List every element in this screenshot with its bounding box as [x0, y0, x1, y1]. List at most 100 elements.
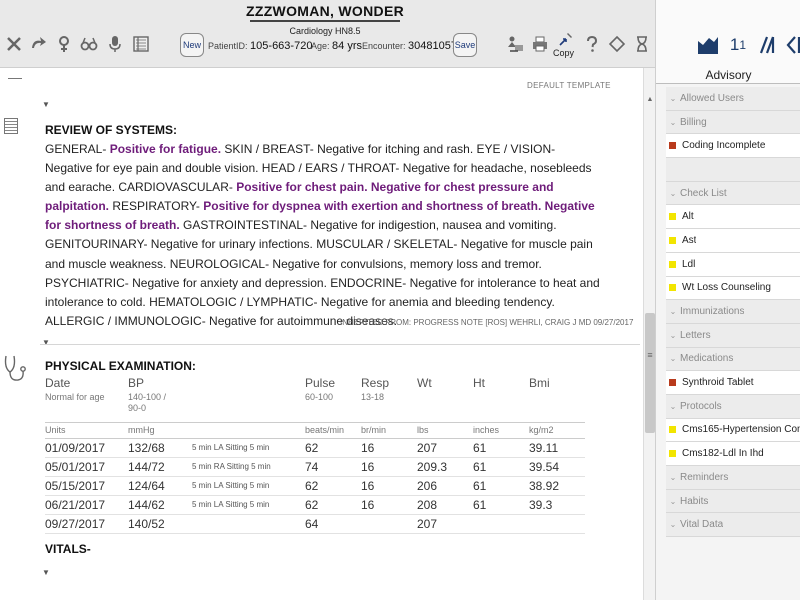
bp-cell: 140/52 [128, 514, 192, 534]
units-cell: Units [45, 421, 128, 439]
advisory-section[interactable]: ⌄ Billing [666, 110, 800, 135]
advisory-item[interactable]: Ldl [666, 252, 800, 277]
wt-cell: 209.3 [417, 457, 473, 477]
print-icon[interactable] [530, 34, 550, 54]
female-symbol-icon[interactable] [54, 34, 74, 54]
normal-range-cell: Normal for age [45, 392, 105, 402]
advisory-section[interactable]: ⌄ Vital Data [666, 513, 800, 538]
column-header: Ht [473, 376, 485, 390]
resp-cell: 16 [361, 476, 417, 496]
advisory-section[interactable]: ⌄ Letters [666, 323, 800, 348]
bp-cell: 144/62 [128, 495, 192, 515]
document-icon[interactable] [4, 118, 18, 134]
new-button[interactable]: New [180, 33, 204, 57]
advisory-section[interactable]: ⌄ Immunizations [666, 300, 800, 324]
advisory-item[interactable]: Coding Incomplete [666, 134, 800, 159]
resp-cell: 16 [361, 457, 417, 477]
units-cell: lbs [417, 421, 473, 439]
normal-range-cell [529, 392, 585, 422]
scroll-up-icon[interactable]: ▲ [646, 96, 654, 104]
advisory-label: Immunizations [680, 306, 745, 318]
section-divider [40, 344, 640, 345]
chevron-down-icon: ⌄ [669, 330, 677, 340]
advisory-header: 11 Advisory [656, 0, 800, 84]
bmi-cell: 39.54 [529, 457, 585, 477]
advisory-item[interactable]: Wt Loss Counseling [666, 276, 800, 301]
advisory-item[interactable]: Synthroid Tablet [666, 371, 800, 395]
stethoscope-icon[interactable] [2, 354, 26, 384]
diamond-icon[interactable] [607, 34, 627, 54]
advisory-section[interactable]: ⌄ Protocols [666, 394, 800, 419]
scroll-thumb[interactable] [645, 313, 655, 433]
one-to-one-icon[interactable]: 11 [726, 32, 750, 58]
advisory-section[interactable]: ⌄ Habits [666, 489, 800, 514]
advisory-section[interactable]: ⌄ Allowed Users [666, 87, 800, 111]
status-indicator-icon [669, 426, 676, 434]
column-header: Bmi [529, 376, 550, 390]
inherited-from-label: INHERITED FROM: PROGRESS NOTE [ROS] WEHR… [340, 318, 634, 327]
wt-cell: 206 [417, 476, 473, 496]
table-row: 01/09/2017 132/68 5 min LA Sitting 5 min… [45, 438, 585, 458]
vitals-normal-row: Normal for age 140-100 / 90-0 60-100 13-… [45, 392, 585, 422]
units-cell: kg/m2 [529, 421, 585, 439]
pulse-cell: 64 [305, 514, 361, 534]
ros-segment: GASTROINTESTINAL- Negative for indigesti… [45, 218, 600, 328]
advisory-label: Check List [680, 187, 727, 199]
chevron-down-icon: ⌄ [669, 401, 677, 411]
advisory-section[interactable]: ⌄ Check List [666, 181, 800, 206]
encounter: Encounter: 304810578 [362, 40, 463, 52]
chevron-down-icon: ⌄ [669, 307, 677, 317]
copy-label[interactable]: Copy [553, 48, 574, 58]
advisory-item[interactable]: Cms182-Ldl In Ihd [666, 442, 800, 466]
ros-segment: RESPIRATORY- [109, 199, 204, 214]
department-label: Cardiology HN8.5 [289, 26, 361, 36]
column-header: BP [128, 376, 145, 390]
column-header: Date [45, 376, 71, 390]
collapse-left-icon[interactable] [784, 32, 800, 58]
advisory-panel: 11 Advisory ⌄ Allowed Users ⌄ Billing Coding… [655, 0, 800, 600]
patient-id: PatientID: 105-663-720 [208, 40, 312, 52]
close-icon[interactable] [4, 34, 24, 54]
chart-trend-icon[interactable] [696, 32, 720, 58]
ht-cell: 61 [473, 438, 529, 458]
resp-cell [361, 514, 417, 534]
patient-name: ZZZWOMAN, WONDER [246, 3, 404, 19]
advisory-item[interactable]: Ast [666, 229, 800, 253]
units-cell: beats/min [305, 421, 361, 439]
bp-detail-cell: 5 min LA Sitting 5 min [192, 438, 305, 458]
glasses-icon[interactable] [79, 34, 99, 54]
advisory-label: Alt [682, 211, 694, 223]
advisory-label: Habits [680, 495, 709, 507]
save-button[interactable]: Save [453, 33, 477, 57]
advisory-item[interactable]: Alt [666, 205, 800, 230]
people-tools-icon[interactable] [503, 34, 527, 54]
help-question-icon[interactable] [582, 34, 602, 54]
chevron-down-icon: ⌄ [669, 496, 677, 506]
advisory-spacer [666, 158, 800, 182]
wt-cell: 207 [417, 514, 473, 534]
vitals-title: VITALS- [45, 542, 91, 556]
physical-exam-title: PHYSICAL EXAMINATION: [45, 359, 196, 373]
advisory-section[interactable]: ⌄ Reminders [666, 466, 800, 490]
section-dash [8, 78, 22, 79]
microphone-icon[interactable] [105, 34, 125, 54]
redo-arrow-icon[interactable] [28, 34, 48, 54]
collapse-chevron-icon[interactable]: ▼ [42, 338, 50, 347]
vertical-scrollbar[interactable]: ▲ ≡ [643, 68, 655, 600]
advisory-label: Cms182-Ldl In Ihd [682, 448, 764, 460]
note-content: DEFAULT TEMPLATE ▼ REVIEW OF SYSTEMS: GE… [0, 68, 643, 600]
document-list-icon[interactable] [131, 34, 151, 54]
collapse-chevron-icon[interactable]: ▼ [42, 568, 50, 577]
copy-icon[interactable] [556, 30, 576, 50]
compare-bars-icon[interactable] [757, 32, 779, 58]
bmi-cell: 39.3 [529, 495, 585, 515]
advisory-section[interactable]: ⌄ Medications [666, 347, 800, 372]
bmi-cell: 38.92 [529, 476, 585, 496]
header-toolbar: ZZZWOMAN, WONDER Cardiology HN8.5 New Pa… [0, 0, 655, 68]
collapse-chevron-icon[interactable]: ▼ [42, 100, 50, 109]
advisory-label: Vital Data [680, 519, 724, 531]
bp-detail-cell: 5 min LA Sitting 5 min [192, 495, 305, 515]
status-indicator-icon [669, 213, 676, 221]
advisory-item[interactable]: Cms165-Hypertension Control [666, 418, 800, 443]
hourglass-icon[interactable] [632, 34, 652, 54]
